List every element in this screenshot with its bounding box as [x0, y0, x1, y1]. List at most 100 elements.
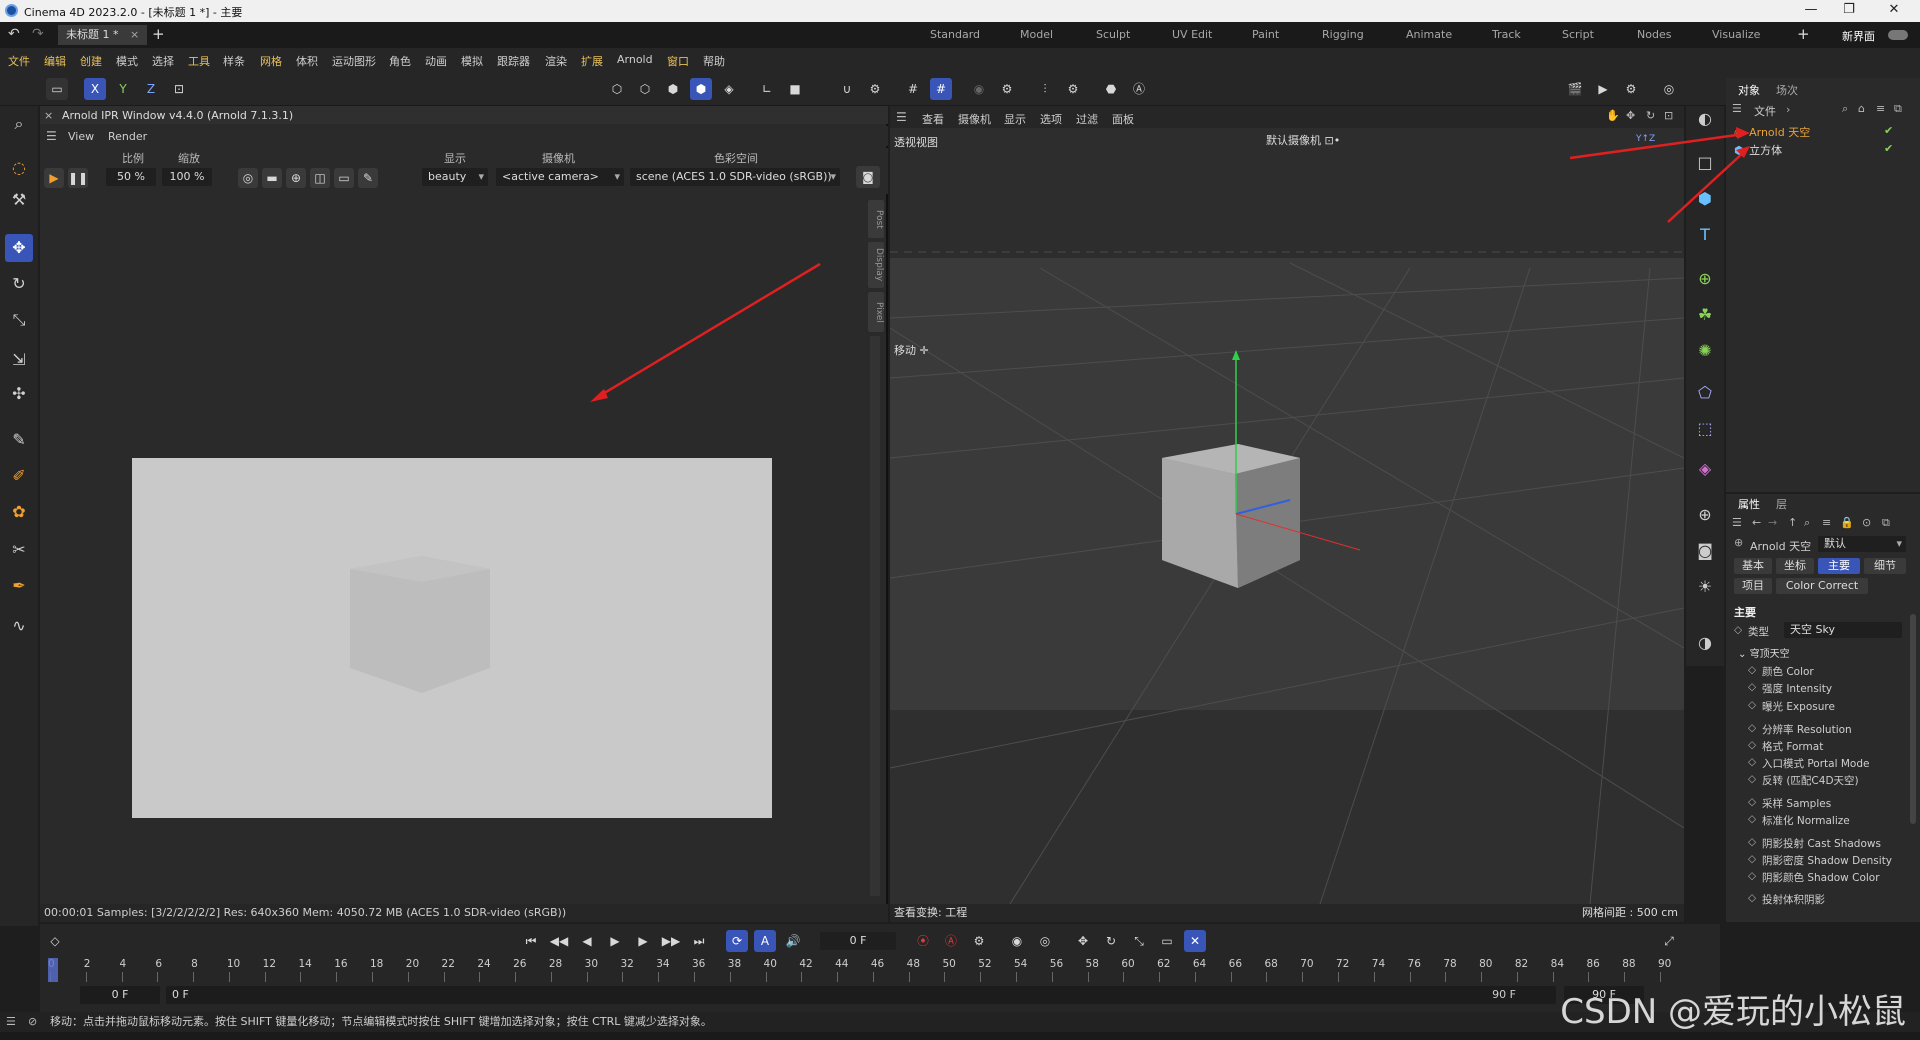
- redo-icon[interactable]: ↷: [32, 26, 44, 42]
- menu-animation[interactable]: 动画: [425, 53, 447, 69]
- hamburger-icon[interactable]: ☰: [1732, 102, 1742, 115]
- menu-create[interactable]: 创建: [80, 53, 102, 69]
- snap-icon[interactable]: #: [930, 78, 952, 100]
- lock-icon[interactable]: 🔒: [1840, 516, 1854, 529]
- lock-icon[interactable]: ⬣: [1100, 78, 1122, 100]
- symmetry-settings-icon[interactable]: ⚙: [996, 78, 1018, 100]
- attr-tab-details[interactable]: 细节: [1864, 558, 1906, 574]
- render-settings-icon[interactable]: ⚙: [1620, 78, 1642, 100]
- attr-cast-shadows[interactable]: 阴影投射 Cast Shadows: [1748, 836, 1881, 851]
- layout-model[interactable]: Model: [1020, 28, 1053, 41]
- deformer-icon[interactable]: ⬠: [1692, 380, 1718, 406]
- attr-samples[interactable]: 采样 Samples: [1748, 796, 1831, 811]
- grid-snap-icon[interactable]: #: [902, 78, 924, 100]
- attr-tab-project[interactable]: 项目: [1734, 578, 1772, 594]
- close-icon[interactable]: ✕: [1883, 2, 1905, 20]
- undo-icon[interactable]: ↶: [8, 26, 20, 42]
- polygons-mode-icon[interactable]: ⬢: [662, 78, 684, 100]
- auto-keying-icon[interactable]: A: [754, 930, 776, 952]
- cloner-icon[interactable]: ☘: [1692, 302, 1718, 328]
- ipr-menu-view[interactable]: View: [68, 130, 94, 143]
- zoom-icon[interactable]: ✥: [1626, 109, 1635, 122]
- check-icon[interactable]: ✔: [1884, 142, 1893, 155]
- vp-menu-filter[interactable]: 过滤: [1076, 111, 1098, 127]
- zoom-field[interactable]: 100 %: [162, 168, 212, 186]
- model-mode-icon[interactable]: ⬢: [690, 78, 712, 100]
- side-tab-pixel[interactable]: Pixel: [868, 292, 884, 332]
- attr-format[interactable]: 格式 Format: [1748, 739, 1823, 754]
- ipr-scrollbar[interactable]: [870, 336, 880, 896]
- grid-icon[interactable]: ⊕: [286, 168, 306, 188]
- menu-mograph[interactable]: 运动图形: [332, 53, 376, 69]
- point-level-icon[interactable]: ✕: [1184, 930, 1206, 952]
- attr-intensity[interactable]: 强度 Intensity: [1748, 681, 1832, 696]
- sound-icon[interactable]: 🔊: [782, 930, 804, 952]
- snapshot-icon[interactable]: ▭: [334, 168, 354, 188]
- start-frame-field[interactable]: 0 F: [80, 986, 160, 1004]
- picker-icon[interactable]: ✎: [358, 168, 378, 188]
- redshift-icon[interactable]: ◎: [1658, 78, 1680, 100]
- current-frame-field[interactable]: 0 F: [820, 932, 896, 950]
- layout-uv-edit[interactable]: UV Edit: [1172, 28, 1212, 41]
- parameter-key-icon[interactable]: ▭: [1156, 930, 1178, 952]
- side-tab-post[interactable]: Post: [868, 200, 884, 238]
- next-frame-icon[interactable]: ▶: [632, 930, 654, 952]
- attr-volume-shadows[interactable]: 投射体积阴影: [1748, 892, 1825, 907]
- hamburger-icon[interactable]: ☰: [6, 1012, 16, 1032]
- tab-attributes[interactable]: 属性: [1738, 496, 1760, 512]
- new-window-icon[interactable]: ⧉: [1882, 516, 1890, 530]
- vp-menu-display[interactable]: 显示: [1004, 111, 1026, 127]
- object-row-cube[interactable]: ⬢ 立方体 ✔: [1734, 142, 1893, 158]
- render-picture-viewer-icon[interactable]: ▶: [1592, 78, 1614, 100]
- coordinate-system-icon[interactable]: ⊡: [168, 78, 190, 100]
- previous-frame-icon[interactable]: ◀: [576, 930, 598, 952]
- rotate-tool-icon[interactable]: ↻: [5, 270, 33, 298]
- back-icon[interactable]: ←: [1752, 516, 1761, 529]
- menu-tracker[interactable]: 跟踪器: [497, 53, 530, 69]
- sketch-tool-icon[interactable]: ✎: [5, 426, 33, 454]
- loop-icon[interactable]: ⟳: [726, 930, 748, 952]
- snap-settings-icon[interactable]: ⚙: [864, 78, 886, 100]
- knife-tool-icon[interactable]: ✂: [5, 536, 33, 564]
- layout-sculpt[interactable]: Sculpt: [1096, 28, 1130, 41]
- layout-paint[interactable]: Paint: [1252, 28, 1279, 41]
- brush-tool-icon[interactable]: ✐: [5, 462, 33, 490]
- workplane-icon[interactable]: ∟: [756, 78, 778, 100]
- close-tab-icon[interactable]: ×: [130, 28, 139, 41]
- object-row-arnold-sky[interactable]: ◉ Arnold 天空 ✔: [1734, 124, 1893, 140]
- text-icon[interactable]: T: [1692, 222, 1718, 248]
- tab-objects[interactable]: 对象: [1738, 82, 1760, 98]
- view-icon[interactable]: ◐: [1692, 106, 1718, 132]
- layout-rigging[interactable]: Rigging: [1322, 28, 1364, 41]
- previous-key-icon[interactable]: ◀◀: [548, 930, 570, 952]
- search-icon[interactable]: ⌕: [5, 110, 33, 138]
- autokey-record-icon[interactable]: Ⓐ: [940, 930, 962, 952]
- play-icon[interactable]: ▶: [604, 930, 626, 952]
- ratio-field[interactable]: 50 %: [106, 168, 156, 186]
- menu-file[interactable]: 文件: [8, 53, 30, 69]
- menu-simulate[interactable]: 模拟: [461, 53, 483, 69]
- viewport-canvas[interactable]: 透视视图 默认摄像机 ⊡• 移动 ✛ Y↑Z: [890, 128, 1684, 904]
- attr-exposure[interactable]: 曝光 Exposure: [1748, 699, 1835, 714]
- search-icon[interactable]: ⌕: [1842, 102, 1848, 116]
- axis-z-button[interactable]: Z: [140, 78, 162, 100]
- timeline-ruler[interactable]: 0246810121416182022242628303234363840424…: [48, 958, 1678, 984]
- scale-key-icon[interactable]: ⤡: [1128, 930, 1150, 952]
- position-key-icon[interactable]: ✥: [1072, 930, 1094, 952]
- auto-icon[interactable]: Ⓐ: [1128, 78, 1150, 100]
- attr-scrollbar[interactable]: [1910, 614, 1916, 824]
- points-mode-icon[interactable]: ⬡: [606, 78, 628, 100]
- maximize-view-icon[interactable]: ⊡: [1664, 109, 1673, 122]
- maximize-icon[interactable]: ❐: [1838, 2, 1860, 20]
- paint-tool-icon[interactable]: ✿: [5, 498, 33, 526]
- attr-tab-color-correct[interactable]: Color Correct: [1776, 578, 1868, 594]
- vp-menu-camera[interactable]: 摄像机: [958, 111, 991, 127]
- layout-standard[interactable]: Standard: [930, 28, 980, 41]
- vp-menu-options[interactable]: 选项: [1040, 111, 1062, 127]
- go-to-end-icon[interactable]: ⏭: [688, 930, 710, 952]
- ipr-menu-render[interactable]: Render: [108, 130, 147, 143]
- new-window-icon[interactable]: ⧉: [1894, 102, 1902, 116]
- menu-select[interactable]: 选择: [152, 53, 174, 69]
- rotation-key-icon[interactable]: ↻: [1100, 930, 1122, 952]
- compare-icon[interactable]: ◫: [310, 168, 330, 188]
